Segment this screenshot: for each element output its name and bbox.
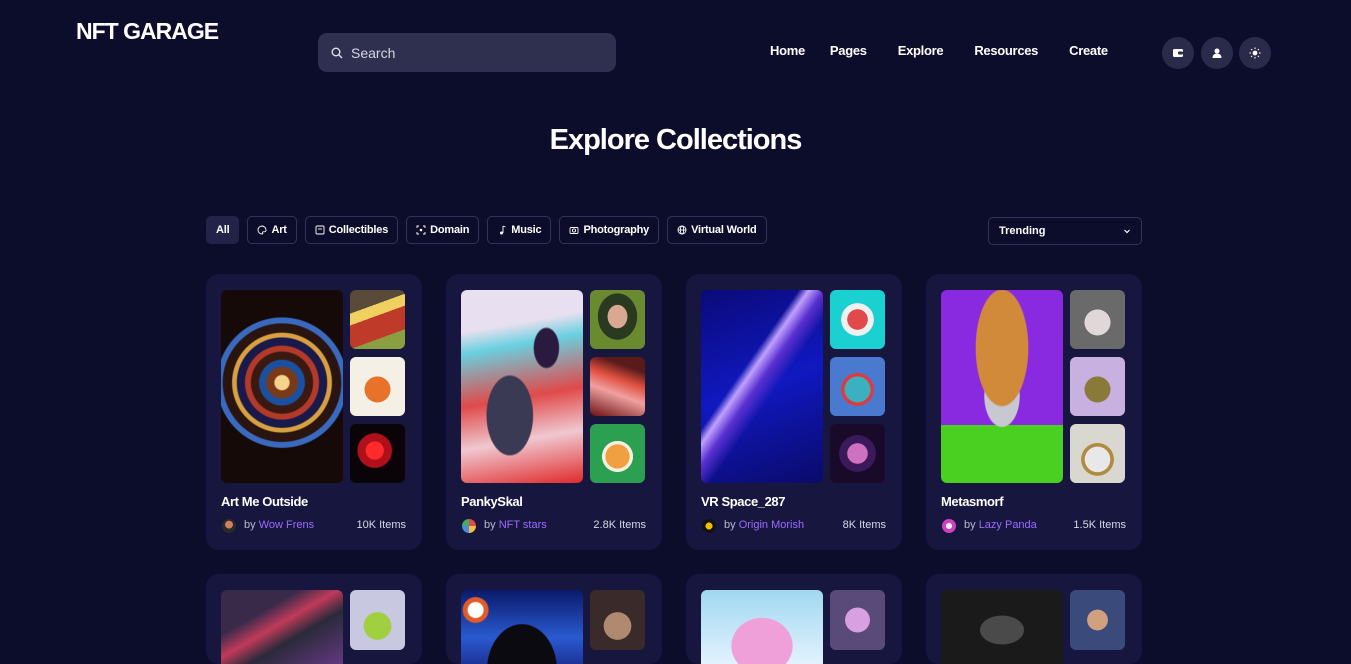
creator-link[interactable]: Wow Frens <box>259 519 314 531</box>
filter-collectibles[interactable]: Collectibles <box>304 216 399 244</box>
filter-label: Domain <box>430 224 470 236</box>
nav-explore[interactable]: Explore <box>898 43 944 58</box>
collection-image-thumb[interactable] <box>830 590 885 650</box>
user-button[interactable] <box>1201 37 1233 69</box>
item-count: 10K Items <box>356 519 406 531</box>
collection-card[interactable]: VR Space_287 by Origin Morish 8K Items <box>686 274 902 550</box>
filter-label: Photography <box>583 224 650 236</box>
collection-image-thumb[interactable] <box>590 590 645 650</box>
creator-avatar <box>462 519 476 533</box>
collection-image-main[interactable] <box>221 590 343 664</box>
collection-card[interactable] <box>206 574 422 664</box>
collection-image-thumb[interactable] <box>350 590 405 650</box>
filter-all[interactable]: All <box>206 216 240 244</box>
music-icon <box>500 225 506 235</box>
collection-image-main[interactable] <box>941 590 1063 664</box>
creator-avatar <box>702 519 716 533</box>
collection-name[interactable]: Metasmorf <box>941 494 1004 509</box>
collection-image-thumb[interactable] <box>1070 290 1125 349</box>
collection-image-main[interactable] <box>461 290 583 483</box>
collection-card[interactable] <box>446 574 662 664</box>
user-icon <box>1212 48 1222 58</box>
collection-name[interactable]: PankySkal <box>461 494 523 509</box>
sort-dropdown[interactable]: Trending <box>988 217 1142 245</box>
by-prefix: by <box>724 519 736 531</box>
collection-image-thumb[interactable] <box>830 290 885 349</box>
nav-create[interactable]: Create <box>1069 43 1108 58</box>
palette-icon <box>258 225 267 235</box>
nav-resources[interactable]: Resources <box>974 43 1038 58</box>
creator-avatar <box>942 519 956 533</box>
collection-image-thumb[interactable] <box>590 357 645 416</box>
nav-home[interactable]: Home <box>770 43 805 58</box>
filter-virtual-world[interactable]: Virtual World <box>667 216 767 244</box>
filter-art[interactable]: Art <box>247 216 297 244</box>
filter-photography[interactable]: Photography <box>559 216 660 244</box>
theme-toggle-button[interactable] <box>1239 37 1271 69</box>
search-input[interactable]: Search <box>318 33 616 72</box>
filter-label: Music <box>511 224 542 236</box>
creator-link[interactable]: Origin Morish <box>739 519 804 531</box>
filter-label: Art <box>271 224 287 236</box>
creator-avatar <box>222 519 236 533</box>
creator-link[interactable]: NFT stars <box>499 519 547 531</box>
item-count: 2.8K Items <box>593 519 646 531</box>
creator-line: by NFT stars <box>484 519 547 531</box>
site-logo[interactable]: NFT GARAGE <box>76 18 219 45</box>
item-count: 8K Items <box>842 519 886 531</box>
collection-image-main[interactable] <box>221 290 343 483</box>
chevron-down-icon <box>1124 229 1130 234</box>
filter-label: Collectibles <box>328 224 389 236</box>
creator-line: by Lazy Panda <box>964 519 1037 531</box>
sun-icon <box>1249 47 1261 59</box>
search-placeholder: Search <box>351 44 396 61</box>
collection-image-thumb[interactable] <box>830 357 885 416</box>
collection-image-thumb[interactable] <box>1070 357 1125 416</box>
collection-image-thumb[interactable] <box>830 424 885 483</box>
by-prefix: by <box>484 519 496 531</box>
collection-image-main[interactable] <box>701 290 823 483</box>
collection-card[interactable] <box>686 574 902 664</box>
by-prefix: by <box>244 519 256 531</box>
collection-card[interactable]: PankySkal by NFT stars 2.8K Items <box>446 274 662 550</box>
collectibles-icon <box>315 225 325 235</box>
camera-icon <box>569 227 579 234</box>
collection-card[interactable] <box>926 574 1142 664</box>
item-count: 1.5K Items <box>1073 519 1126 531</box>
collection-image-main[interactable] <box>461 590 583 664</box>
collection-image-thumb[interactable] <box>590 290 645 349</box>
category-filters: All Art Collectibles Domain Music Photog… <box>206 216 767 244</box>
wallet-icon <box>1173 49 1183 57</box>
sort-selected: Trending <box>999 225 1046 237</box>
globe-icon <box>677 225 687 235</box>
collection-image-thumb[interactable] <box>350 357 405 416</box>
by-prefix: by <box>964 519 976 531</box>
domain-icon <box>416 225 426 235</box>
page-title: Explore Collections <box>549 124 803 156</box>
collection-image-thumb[interactable] <box>590 424 645 483</box>
collection-image-thumb[interactable] <box>1070 590 1125 650</box>
wallet-button[interactable] <box>1162 37 1194 69</box>
collection-image-thumb[interactable] <box>350 290 405 349</box>
collection-name[interactable]: Art Me Outside <box>221 494 308 509</box>
filter-domain[interactable]: Domain <box>406 216 480 244</box>
collection-image-thumb[interactable] <box>1070 424 1125 483</box>
main-nav: Home Pages Explore Resources Create <box>770 43 1108 58</box>
creator-line: by Wow Frens <box>244 519 314 531</box>
filter-music[interactable]: Music <box>487 216 552 244</box>
creator-link[interactable]: Lazy Panda <box>979 519 1037 531</box>
collection-image-thumb[interactable] <box>350 424 405 483</box>
nav-pages[interactable]: Pages <box>830 43 867 58</box>
filter-label: All <box>216 224 230 236</box>
search-icon <box>331 47 343 58</box>
collection-name[interactable]: VR Space_287 <box>701 494 785 509</box>
collection-card[interactable]: Metasmorf by Lazy Panda 1.5K Items <box>926 274 1142 550</box>
collection-image-main[interactable] <box>941 290 1063 483</box>
collection-card[interactable]: Art Me Outside by Wow Frens 10K Items <box>206 274 422 550</box>
filter-label: Virtual World <box>691 224 757 236</box>
collection-image-main[interactable] <box>701 590 823 664</box>
creator-line: by Origin Morish <box>724 519 804 531</box>
